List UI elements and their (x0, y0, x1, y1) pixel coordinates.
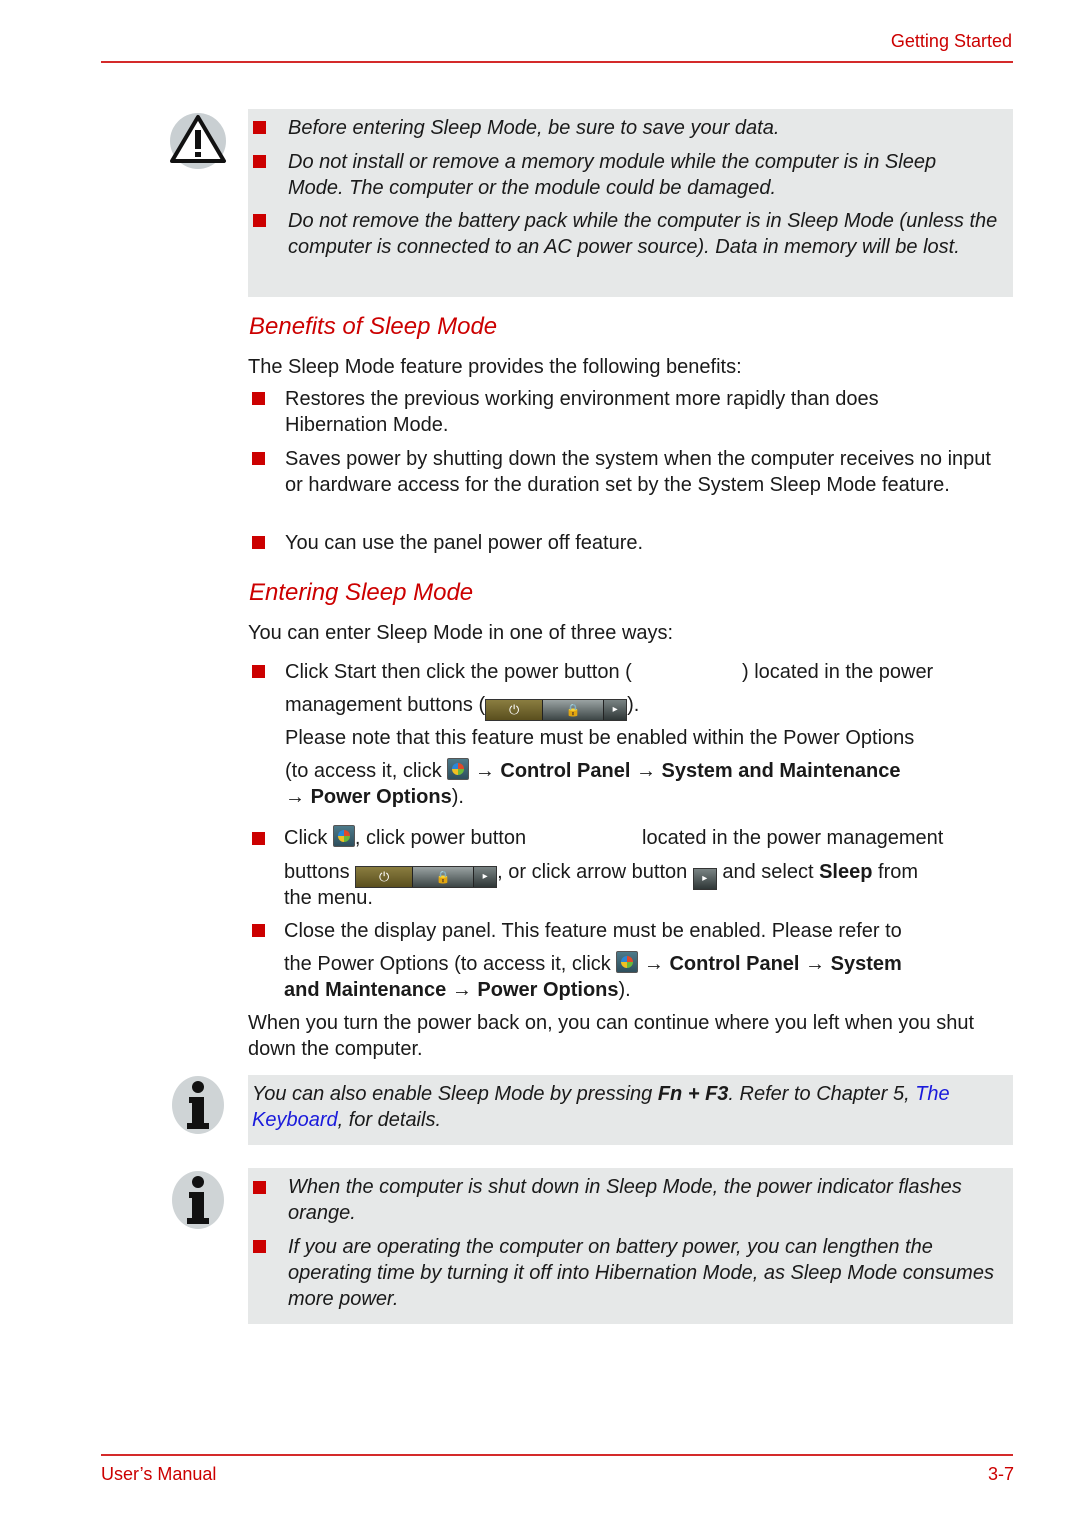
close-paren: ). (618, 979, 631, 1001)
warning-item: Do not install or remove a memory module… (288, 151, 937, 199)
sleep-label: Sleep (819, 861, 873, 883)
item2-e: , or click arrow button (497, 861, 693, 883)
entering-intro: You can enter Sleep Mode in one of three… (248, 622, 674, 644)
item3-b: the Power Options (to access it, click (284, 953, 617, 975)
section-title: Getting Started (890, 31, 1012, 51)
power-management-buttons: ⏻ 🔒 ▸ (485, 699, 628, 721)
control-panel-label: Control Panel (500, 760, 631, 782)
item2-g: from (872, 861, 919, 883)
benefit-item: Saves power by shutting down the system … (285, 448, 991, 496)
arrow-icon: → (474, 760, 495, 782)
note1-b: . Refer to Chapter 5, (728, 1083, 910, 1105)
heading-benefits: Benefits of Sleep Mode (249, 313, 498, 340)
note-box: You can also enable Sleep Mode by pressi… (248, 1075, 1013, 1145)
arrow-icon: → (635, 760, 656, 782)
benefit-item: You can use the panel power off feature. (285, 532, 644, 554)
note-box: When the computer is shut down in Sleep … (248, 1168, 1013, 1324)
warning-item: Before entering Sleep Mode, be sure to s… (288, 117, 780, 139)
windows-start-icon (616, 951, 639, 973)
arrow-right-icon: ▸ (603, 700, 627, 720)
header-rule (101, 61, 1013, 63)
warning-box: Before entering Sleep Mode, be sure to s… (248, 109, 1013, 297)
note1-a: You can also enable Sleep Mode by pressi… (252, 1083, 658, 1105)
entering-outro: When you turn the power back on, you can… (248, 1012, 974, 1060)
power-options-label: Power Options (310, 786, 452, 808)
benefit-item: Restores the previous working environmen… (285, 388, 879, 436)
item2-h: the menu. (284, 887, 373, 909)
note2-item: When the computer is shut down in Sleep … (288, 1176, 962, 1224)
info-icon (168, 1075, 228, 1135)
benefits-intro: The Sleep Mode feature provides the foll… (248, 356, 742, 378)
fn-f3-keys: Fn + F3 (657, 1083, 729, 1105)
bullet (252, 452, 265, 465)
bullet (252, 392, 265, 405)
item3-a: Close the display panel. This feature mu… (284, 920, 902, 942)
lock-icon: 🔒 (412, 867, 474, 887)
bullet (253, 214, 266, 227)
windows-start-icon (447, 758, 470, 780)
power-options-label: Power Options (477, 979, 619, 1001)
arrow-icon: → (805, 953, 826, 975)
power-icon: ⏻ (356, 867, 413, 887)
note1-c: , for details. (337, 1109, 442, 1131)
warning-triangle-icon (168, 111, 228, 171)
item1-note1: Please note that this feature must be en… (285, 727, 915, 749)
bullet (252, 832, 265, 845)
page-number: 3-7 (987, 1464, 1014, 1484)
warning-item: Do not remove the battery pack while the… (288, 210, 998, 258)
power-management-buttons: ⏻ 🔒 ▸ (355, 866, 498, 888)
arrow-icon: → (643, 953, 664, 975)
item1-line1b: ) located in the power (742, 661, 934, 683)
bullet (253, 121, 266, 134)
bullet (253, 155, 266, 168)
arrow-icon: → (285, 786, 305, 808)
item2-a: Click (284, 827, 333, 849)
bullet (252, 536, 265, 549)
system-maintenance-label: System and Maintenance (661, 760, 901, 782)
arrow-button-icon: ▸ (692, 868, 717, 890)
bullet (252, 924, 265, 937)
arrow-icon: → (451, 979, 472, 1001)
heading-entering: Entering Sleep Mode (249, 579, 474, 606)
item2-d: buttons (284, 861, 356, 883)
item2-f: and select (716, 861, 820, 883)
item1-line2: management buttons ( (285, 694, 486, 716)
power-icon: ⏻ (486, 700, 543, 720)
item1-note2: (to access it, click (285, 760, 448, 782)
lock-icon: 🔒 (542, 700, 604, 720)
info-icon (168, 1170, 228, 1230)
item1-line1a: Click Start then click the power button … (285, 661, 632, 683)
note2-item: If you are operating the computer on bat… (288, 1236, 994, 1310)
system-label: System (830, 953, 902, 975)
item2-b: , click power button (354, 827, 527, 849)
close-paren: ). (451, 786, 464, 808)
close-paren: ). (627, 694, 640, 716)
arrow-right-icon: ▸ (473, 867, 497, 887)
windows-start-icon (332, 825, 355, 847)
item2-c: located in the power management (642, 827, 944, 849)
bullet (253, 1240, 266, 1253)
bullet (252, 665, 265, 678)
footer-rule (101, 1454, 1013, 1456)
footer-manual: User’s Manual (101, 1464, 217, 1484)
control-panel-label: Control Panel (669, 953, 800, 975)
bullet (253, 1181, 266, 1194)
and-maintenance-label: and Maintenance (284, 979, 447, 1001)
